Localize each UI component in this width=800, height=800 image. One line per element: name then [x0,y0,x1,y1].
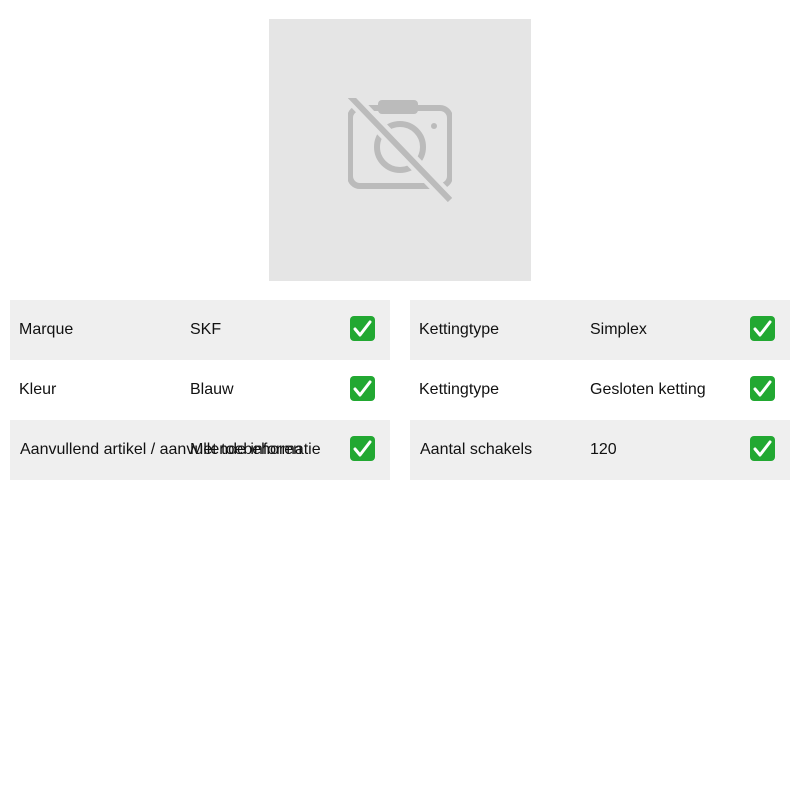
spec-table-right: Kettingtype Simplex Kettingtype Gesloten… [410,300,790,480]
spec-value: 120 [590,441,617,458]
no-photo-camera-icon [348,98,452,202]
check-icon [350,436,375,461]
spec-label: Aantal schakels [420,441,533,458]
spec-row: Aantal schakels 120 [410,420,790,480]
product-image-placeholder [269,19,531,281]
spec-value: SKF [190,321,222,338]
spec-row: Kettingtype Gesloten ketting [410,360,790,420]
spec-label: Kettingtype [419,321,500,338]
spec-value: Met toebehoren [190,441,303,458]
spec-label: Kleur [19,381,57,398]
spec-row: Aanvullend artikel / aanvullende informa… [10,420,390,480]
spec-row: Kettingtype Simplex [410,300,790,360]
check-icon [350,376,375,401]
spec-label: Kettingtype [419,381,500,398]
check-icon [750,316,775,341]
spec-label: Marque [19,321,74,338]
spec-value: Simplex [590,321,647,338]
spec-table-left: Marque SKF Kleur Blauw Aanvullend artike… [10,300,390,480]
check-icon [350,316,375,341]
spec-value: Blauw [190,381,234,398]
spec-row: Marque SKF [10,300,390,360]
spec-row: Kleur Blauw [10,360,390,420]
check-icon [750,376,775,401]
check-icon [750,436,775,461]
spec-value: Gesloten ketting [590,381,706,398]
